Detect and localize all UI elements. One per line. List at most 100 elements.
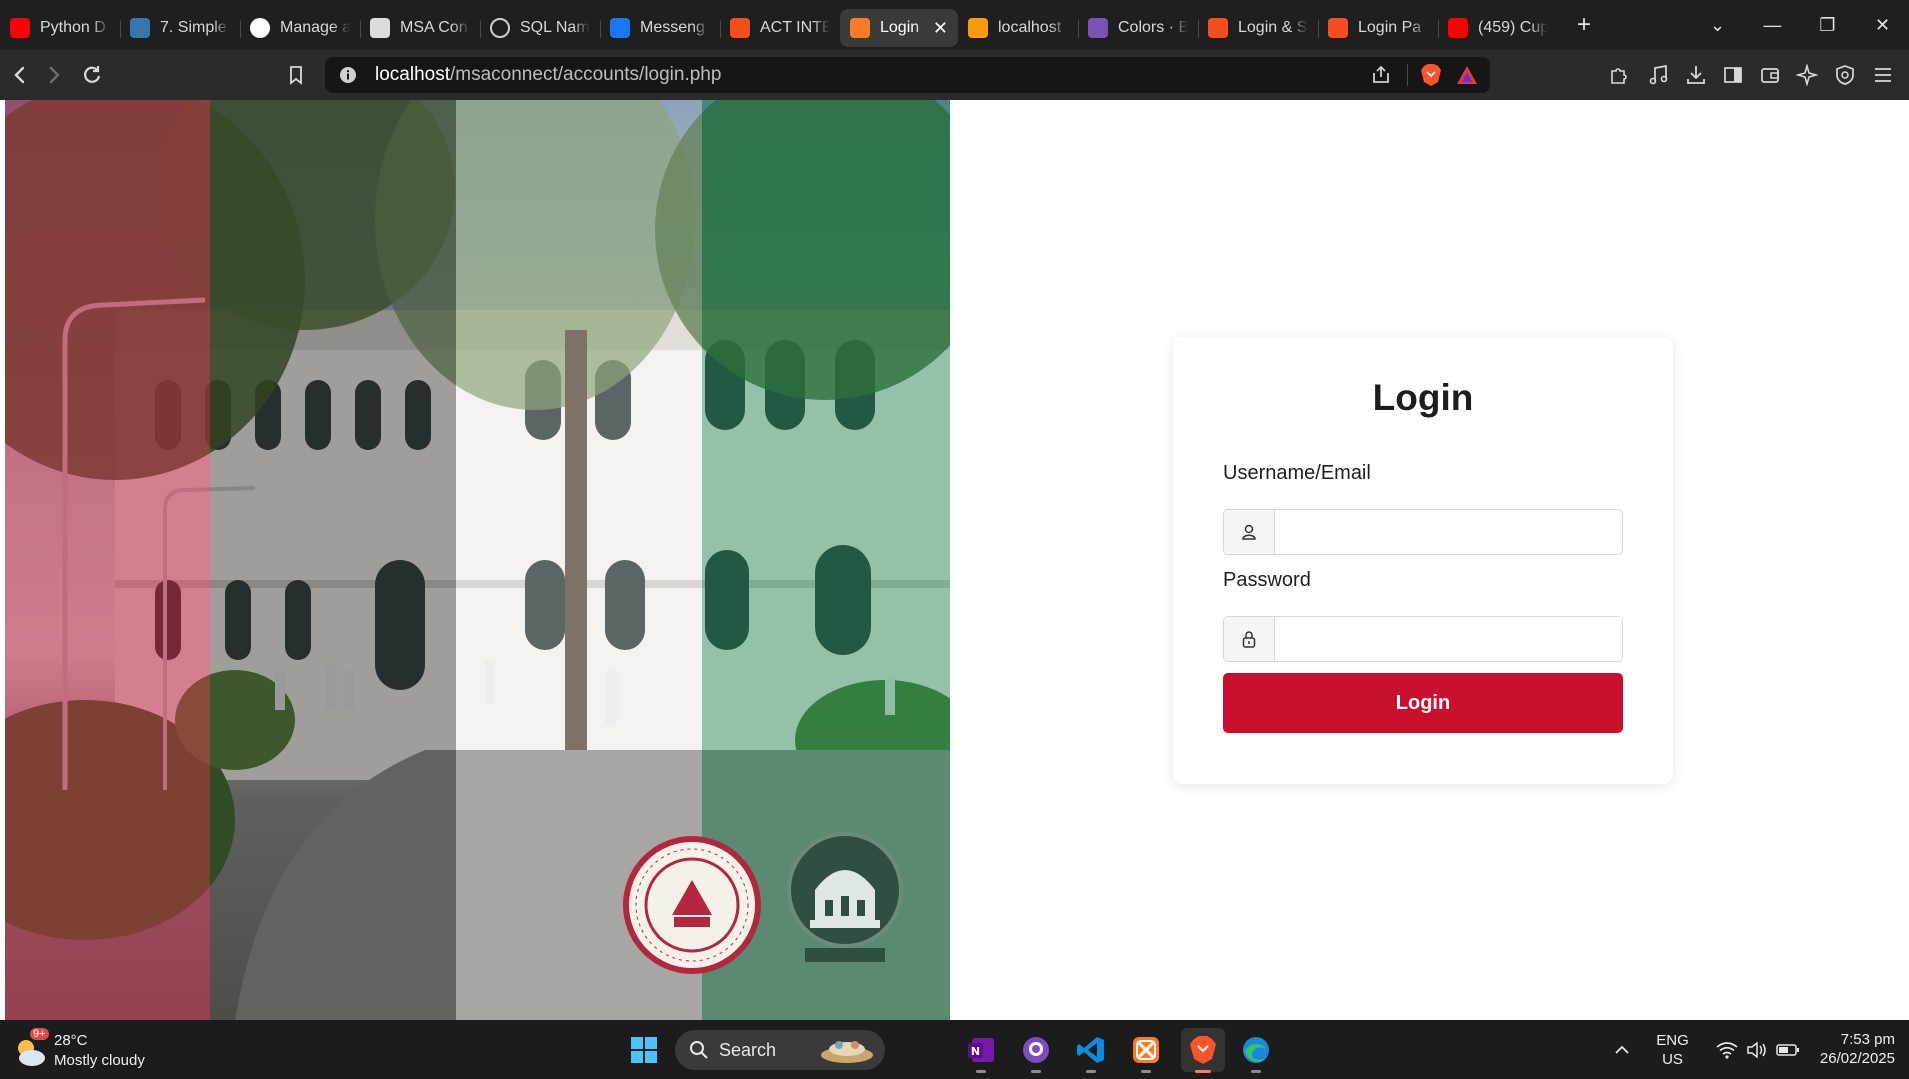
tab-title: Login Pa [1358,19,1422,36]
clock-date: 26/02/2025 [1819,1050,1895,1067]
back-button[interactable] [4,60,34,90]
tab-title: SQL Nam [520,19,590,36]
taskbar-search[interactable]: Search [675,1030,885,1070]
restore-button[interactable]: ❐ [1800,15,1855,36]
site-info-icon[interactable] [337,64,359,86]
windows-taskbar: 9+ 28°C Mostly cloudy Search N ENG US 7:… [0,1020,1909,1079]
username-input-group [1223,509,1623,555]
github-desktop-icon[interactable] [1016,1030,1056,1073]
dark-overlay-stripe [210,100,456,1020]
tab-search-icon[interactable]: ⌄ [1690,15,1745,36]
onenote-icon[interactable]: N [961,1030,1001,1073]
brave-shields-icon[interactable] [1420,63,1442,87]
brave-rewards-icon[interactable] [1456,65,1478,85]
sidebar-icon[interactable] [1721,63,1745,87]
language-indicator[interactable]: ENG US [1650,1031,1695,1069]
vscode-icon[interactable] [1071,1030,1111,1073]
vpn-icon[interactable] [1833,63,1857,87]
weather-desc: Mostly cloudy [54,1052,145,1069]
youtube-icon [1448,18,1468,38]
close-window-button[interactable]: ✕ [1855,15,1909,36]
password-input-group [1223,616,1623,662]
phpmyadmin-icon [968,18,988,38]
tab-title: Messeng [640,19,705,36]
password-input[interactable] [1275,617,1622,661]
tab-title: Manage a [280,19,350,36]
login-button[interactable]: Login [1223,673,1623,733]
tab-title: ACT INTE [760,19,830,36]
chevron-up-icon[interactable] [1602,1030,1642,1070]
browser-tab[interactable]: Login Pa [1318,9,1438,47]
bookmark-icon[interactable] [281,60,311,90]
weather-badge: 9+ [30,1028,49,1040]
xampp-icon [850,18,870,38]
weather-temp: 28°C [54,1032,88,1049]
xampp-icon[interactable] [1126,1030,1166,1073]
figma-icon [1328,18,1348,38]
tab-title: Python D [40,19,106,36]
tab-title: Login [880,19,920,36]
region-code: US [1662,1051,1683,1068]
downloads-icon[interactable] [1684,63,1708,87]
tab-title: (459) Cup [1478,19,1548,36]
extensions-icon[interactable] [1607,63,1631,87]
tab-title: 7. Simple [160,19,227,36]
figma-icon [730,18,750,38]
page-icon [370,18,390,38]
browser-tab[interactable]: (459) Cup [1438,9,1558,47]
brave-browser-icon[interactable] [1181,1028,1225,1073]
browser-tab[interactable]: Login & S [1198,9,1318,47]
media-icon[interactable] [1646,63,1670,87]
username-input[interactable] [1275,510,1622,554]
browser-tab[interactable]: 7. Simple [120,9,240,47]
web-page: Login Username/Email Password Login [0,100,1909,1020]
svg-text:N: N [971,1045,980,1058]
browser-tab[interactable]: Login ✕ [840,9,958,47]
menu-icon[interactable] [1871,63,1895,87]
close-tab-icon[interactable]: ✕ [933,18,948,39]
start-button[interactable] [624,1030,664,1070]
browser-tab[interactable]: SQL Nam [480,9,600,47]
tab-title: localhost [998,19,1062,36]
share-icon[interactable] [1371,65,1391,85]
username-label: Username/Email [1223,462,1371,484]
tab-title: Colors · B [1118,19,1188,36]
wallet-icon[interactable] [1758,63,1782,87]
browser-tab[interactable]: MSA Con [360,9,480,47]
login-card: Login Username/Email Password Login [1173,337,1673,784]
new-tab-button[interactable]: + [1564,11,1604,39]
reload-button[interactable] [77,60,107,90]
openai-icon [490,18,510,38]
campus-hero-image [5,100,950,1020]
browser-tab[interactable]: localhost [958,9,1078,47]
weather-widget[interactable]: 9+ 28°C Mostly cloudy [10,1028,170,1072]
address-bar[interactable]: localhost/msaconnect/accounts/login.php [325,57,1490,93]
user-icon [1224,510,1275,554]
tab-title: MSA Con [400,19,468,36]
minimize-button[interactable]: — [1745,15,1800,36]
lock-icon [1224,617,1275,661]
figma-icon [1208,18,1228,38]
wifi-icon [1716,1042,1738,1059]
leo-ai-icon[interactable] [1795,63,1819,87]
search-icon [690,1041,708,1059]
msa-association-logo [787,832,903,962]
youtube-icon [10,18,30,38]
github-icon [250,18,270,38]
url-host: localhost [375,64,450,85]
browser-toolbar: localhost/msaconnect/accounts/login.php [0,50,1909,100]
clock-time: 7:53 pm [1840,1031,1895,1048]
browser-tab[interactable]: Messeng [600,9,720,47]
red-overlay-stripe [5,100,210,1020]
browser-tab[interactable]: Python D [0,9,120,47]
browser-tab[interactable]: ACT INTE [720,9,840,47]
bootstrap-icon [1088,18,1108,38]
edge-icon[interactable] [1236,1030,1276,1073]
forward-button[interactable] [40,60,70,90]
tab-list: Python D 7. Simple Manage a MSA Con SQL Nam M… [0,0,1558,50]
password-label: Password [1223,569,1311,591]
browser-tab[interactable]: Manage a [240,9,360,47]
browser-tab[interactable]: Colors · B [1078,9,1198,47]
facebook-icon [610,18,630,38]
clock[interactable]: 7:53 pm 26/02/2025 [1795,1030,1895,1068]
